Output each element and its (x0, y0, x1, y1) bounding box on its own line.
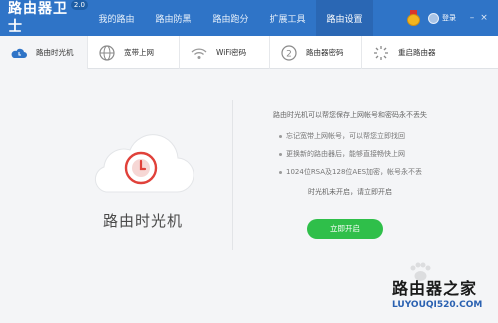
version-badge: 2.0 (70, 0, 88, 10)
nav-router-settings[interactable]: 路由设置 (316, 0, 373, 36)
feature-bullet: 1024位RSA及128位AES加密，帐号永不丢 (279, 167, 445, 177)
feature-bullet: 忘记宽带上网帐号，可以帮您立即找回 (279, 131, 445, 141)
divider (232, 100, 233, 250)
nav-router-benchmark[interactable]: 路由跑分 (202, 0, 259, 36)
app-name: 路由器卫士 (8, 1, 68, 35)
medal-icon[interactable] (407, 10, 420, 26)
restart-icon (372, 44, 390, 62)
minimize-button[interactable]: – (466, 13, 478, 23)
nav-router-security[interactable]: 路由防黑 (145, 0, 202, 36)
top-bar: 路由器卫士 2.0 我的路由 路由防黑 路由跑分 扩展工具 路由设置 登录 – … (0, 0, 498, 36)
settings-subtabs: 路由时光机 宽带上网 WiFi密码 2 路由器密码 重启路由器 (0, 36, 498, 69)
close-button[interactable]: × (478, 13, 490, 23)
enable-now-button[interactable]: 立即开启 (307, 219, 383, 239)
tab-broadband[interactable]: 宽带上网 (88, 36, 180, 69)
tab-label: 重启路由器 (398, 48, 436, 57)
time-machine-cloud-icon (88, 130, 195, 194)
top-right-controls: 登录 – × (407, 0, 498, 36)
tab-label: 路由器密码 (306, 48, 344, 57)
wifi-icon (190, 44, 208, 62)
tab-router-password[interactable]: 2 路由器密码 (270, 36, 362, 69)
feature-description: 路由时光机可以帮您保存上网帐号和密码永不丢失 (273, 111, 427, 119)
login-link[interactable]: 登录 (442, 13, 456, 23)
cloud-icon (10, 44, 28, 62)
tab-label: 宽带上网 (124, 48, 154, 57)
watermark-url: LUYOUQI520.COM (392, 300, 483, 310)
globe-icon (98, 44, 116, 62)
user-avatar-icon[interactable] (428, 12, 439, 24)
feature-title: 路由时光机 (102, 212, 183, 230)
tab-router-time-machine[interactable]: 路由时光机 (0, 36, 88, 69)
password-icon: 2 (280, 44, 298, 62)
svg-text:2: 2 (286, 49, 292, 59)
feature-info: 路由时光机可以帮您保存上网帐号和密码永不丢失 忘记宽带上网帐号，可以帮您立即找回… (255, 110, 445, 197)
feature-bullet: 更换新的路由器后，能够直接畅快上网 (279, 149, 445, 159)
site-watermark: 路由器之家 LUYOUQI520.COM (392, 279, 498, 311)
main-nav: 我的路由 路由防黑 路由跑分 扩展工具 路由设置 (88, 0, 373, 36)
tab-wifi-password[interactable]: WiFi密码 (180, 36, 270, 69)
status-text: 时光机未开启，请立即开启 (308, 188, 392, 196)
watermark-title: 路由器之家 (392, 279, 478, 298)
nav-my-router[interactable]: 我的路由 (88, 0, 145, 36)
tab-restart-router[interactable]: 重启路由器 (362, 36, 452, 69)
nav-extension-tools[interactable]: 扩展工具 (259, 0, 316, 36)
app-brand: 路由器卫士 2.0 (0, 0, 88, 36)
tab-label: WiFi密码 (216, 48, 247, 57)
tab-label: 路由时光机 (36, 48, 74, 57)
